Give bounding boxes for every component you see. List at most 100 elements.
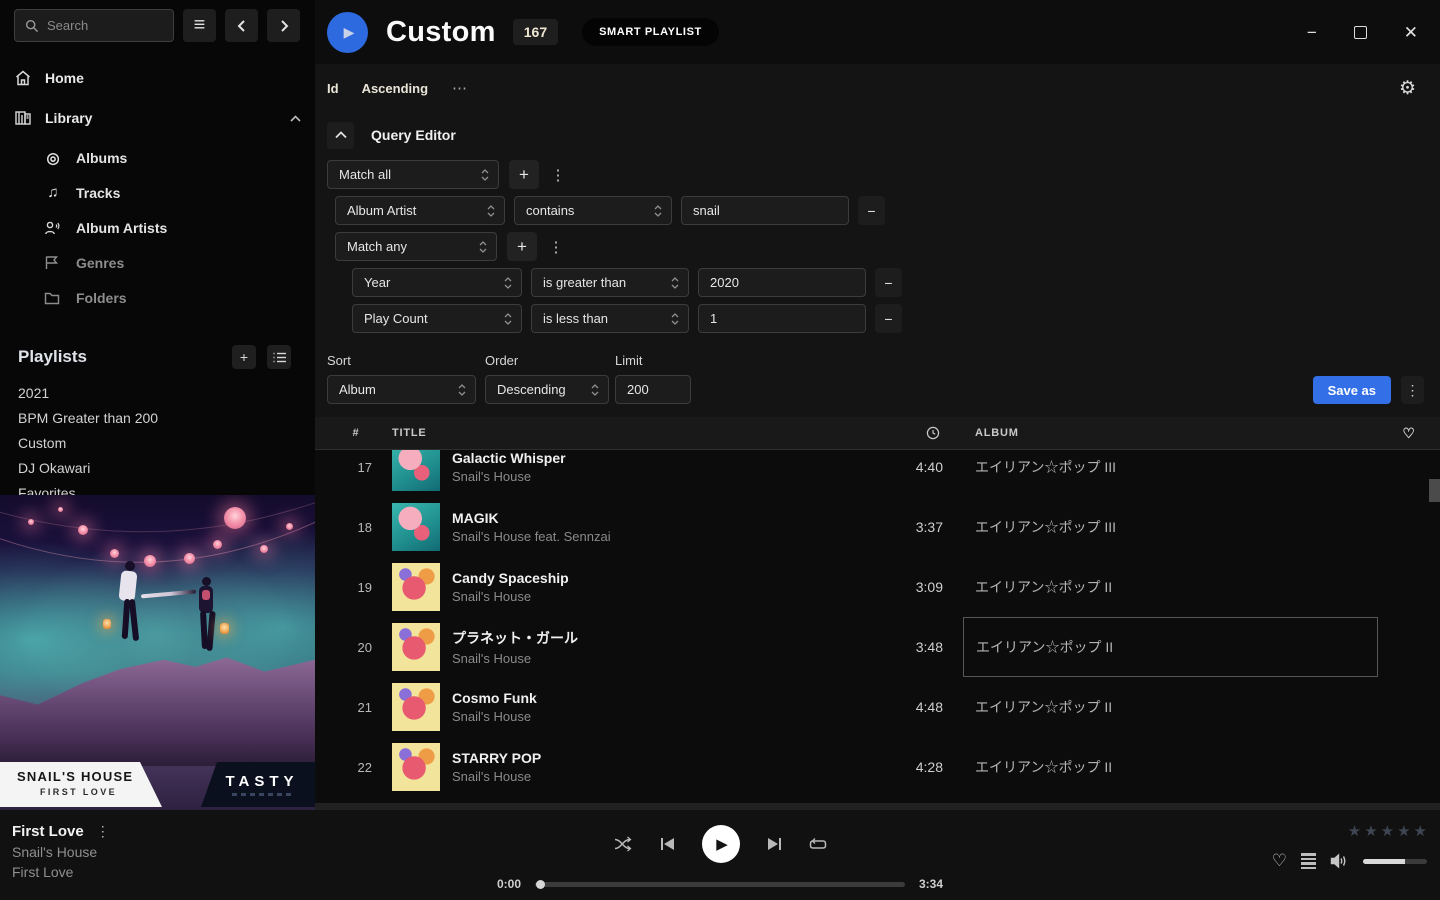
rule-field-select[interactable]: Year (352, 268, 522, 297)
track-album[interactable]: エイリアン☆ポップ III (963, 497, 1378, 557)
column-header-index[interactable]: # (330, 427, 382, 439)
minimize-button[interactable]: − (1307, 24, 1317, 41)
search-input[interactable] (47, 18, 163, 33)
seek-bar[interactable] (535, 882, 905, 887)
star-icon[interactable]: ★ (1397, 822, 1410, 840)
table-row[interactable]: 19 Candy Spaceship Snail's House 3:09 エイ… (315, 557, 1440, 617)
gear-icon[interactable]: ⚙ (1399, 77, 1416, 100)
table-row[interactable]: 21 Cosmo Funk Snail's House 4:48 エイリアン☆ポ… (315, 677, 1440, 737)
playlist-item[interactable]: 2021 (18, 380, 315, 405)
remove-rule-button[interactable]: − (858, 196, 885, 225)
queue-button[interactable] (1301, 853, 1316, 869)
sidebar-item-folders[interactable]: Folders (0, 280, 315, 315)
sidebar-item-albums[interactable]: ◎ Albums (0, 140, 315, 175)
playlist-list-button[interactable] (267, 345, 291, 369)
add-rule-button[interactable]: + (509, 160, 539, 189)
track-title[interactable]: Cosmo Funk (452, 690, 537, 706)
remove-rule-button[interactable]: − (875, 268, 902, 297)
track-title[interactable]: プラネット・ガール (452, 628, 578, 648)
column-header-album[interactable]: ALBUM (963, 427, 1378, 439)
track-artist[interactable]: Snail's House (452, 769, 541, 784)
playlist-item[interactable]: BPM Greater than 200 (18, 405, 315, 430)
track-album[interactable]: エイリアン☆ポップ II (963, 677, 1378, 737)
sort-field-button[interactable]: Id (327, 81, 339, 96)
volume-slider[interactable] (1363, 859, 1427, 864)
add-rule-button[interactable]: + (507, 232, 537, 261)
shuffle-button[interactable] (614, 836, 633, 852)
more-options-button[interactable]: ⋯ (452, 79, 468, 97)
track-artist[interactable]: Snail's House (452, 469, 566, 484)
sidebar-item-home[interactable]: Home (14, 58, 301, 98)
rule-field-select[interactable]: Album Artist (335, 196, 505, 225)
collapse-query-editor-button[interactable] (327, 122, 354, 149)
repeat-button[interactable] (809, 837, 827, 852)
favorite-button[interactable]: ♡ (1272, 851, 1287, 871)
track-artist[interactable]: Snail's House (452, 709, 537, 724)
table-row[interactable]: 22 STARRY POP Snail's House 4:28 エイリアン☆ポ… (315, 737, 1440, 797)
back-button[interactable] (225, 9, 258, 42)
sort-select[interactable]: Album (327, 375, 476, 404)
rule-operator-select[interactable]: is greater than (531, 268, 689, 297)
match-select[interactable]: Match any (335, 232, 497, 261)
now-playing-title[interactable]: First Love (12, 823, 84, 840)
save-options-button[interactable]: ⋮ (1401, 376, 1424, 404)
maximize-button[interactable] (1354, 26, 1367, 39)
track-album[interactable]: エイリアン☆ポップ III (963, 450, 1378, 497)
now-playing-album[interactable]: First Love (12, 864, 110, 880)
track-album-focused-cell[interactable]: エイリアン☆ポップ II (963, 617, 1378, 677)
group-options-button[interactable]: ⋮ (547, 232, 565, 261)
star-icon[interactable]: ★ (1348, 822, 1361, 840)
playlist-item[interactable]: DJ Okawari (18, 455, 315, 480)
search-box[interactable] (14, 9, 174, 42)
forward-button[interactable] (267, 9, 300, 42)
sidebar-item-library[interactable]: Library (14, 98, 301, 138)
next-button[interactable] (767, 837, 782, 851)
menu-button[interactable]: ≡ (183, 9, 216, 42)
play-pause-button[interactable]: ▶ (702, 825, 740, 863)
column-header-duration[interactable] (848, 426, 943, 440)
order-select[interactable]: Descending (485, 375, 609, 404)
rule-value-input[interactable] (681, 196, 849, 225)
now-playing-art[interactable]: SNAIL'S HOUSE FIRST LOVE TASTY (0, 495, 315, 810)
limit-input[interactable] (615, 375, 691, 404)
rule-operator-select[interactable]: contains (514, 196, 672, 225)
track-album[interactable]: エイリアン☆ポップ II (963, 737, 1378, 797)
sidebar-item-genres[interactable]: Genres (0, 245, 315, 280)
track-album[interactable]: エイリアン☆ポップ II (963, 557, 1378, 617)
rule-field-select[interactable]: Play Count (352, 304, 522, 333)
group-options-button[interactable]: ⋮ (549, 160, 567, 189)
playlist-item[interactable]: Custom (18, 430, 315, 455)
column-header-title[interactable]: TITLE (382, 427, 848, 439)
track-title[interactable]: MAGIK (452, 510, 611, 526)
horizontal-scrollbar[interactable] (315, 803, 1440, 810)
track-title[interactable]: STARRY POP (452, 750, 541, 766)
now-playing-options-button[interactable]: ⋮ (96, 823, 110, 840)
column-header-favorite[interactable]: ♡ (1378, 425, 1440, 442)
track-artist[interactable]: Snail's House feat. Sennzai (452, 529, 611, 544)
track-title[interactable]: Candy Spaceship (452, 570, 569, 586)
star-icon[interactable]: ★ (1414, 822, 1427, 840)
previous-button[interactable] (660, 837, 675, 851)
table-row[interactable]: 17 Galactic Whisper Snail's House 4:40 エ… (315, 450, 1440, 497)
rule-value-input[interactable] (698, 268, 866, 297)
remove-rule-button[interactable]: − (875, 304, 902, 333)
sidebar-item-album-artists[interactable]: Album Artists (0, 210, 315, 245)
star-icon[interactable]: ★ (1364, 822, 1377, 840)
sort-direction-button[interactable]: Ascending (362, 81, 428, 96)
seek-handle[interactable] (536, 880, 545, 889)
rule-value-input[interactable] (698, 304, 866, 333)
track-title[interactable]: Galactic Whisper (452, 450, 566, 466)
play-playlist-button[interactable]: ▶ (327, 12, 368, 53)
rule-operator-select[interactable]: is less than (531, 304, 689, 333)
star-icon[interactable]: ★ (1381, 822, 1394, 840)
add-playlist-button[interactable]: + (232, 345, 256, 369)
match-select[interactable]: Match all (327, 160, 499, 189)
close-button[interactable]: ✕ (1404, 24, 1418, 41)
track-artist[interactable]: Snail's House (452, 651, 578, 666)
sidebar-item-tracks[interactable]: ♫ Tracks (0, 175, 315, 210)
table-row[interactable]: 18 MAGIK Snail's House feat. Sennzai 3:3… (315, 497, 1440, 557)
save-as-button[interactable]: Save as (1313, 376, 1391, 404)
volume-button[interactable] (1330, 853, 1349, 869)
track-artist[interactable]: Snail's House (452, 589, 569, 604)
rating-stars[interactable]: ★★★★★ (1348, 822, 1427, 840)
